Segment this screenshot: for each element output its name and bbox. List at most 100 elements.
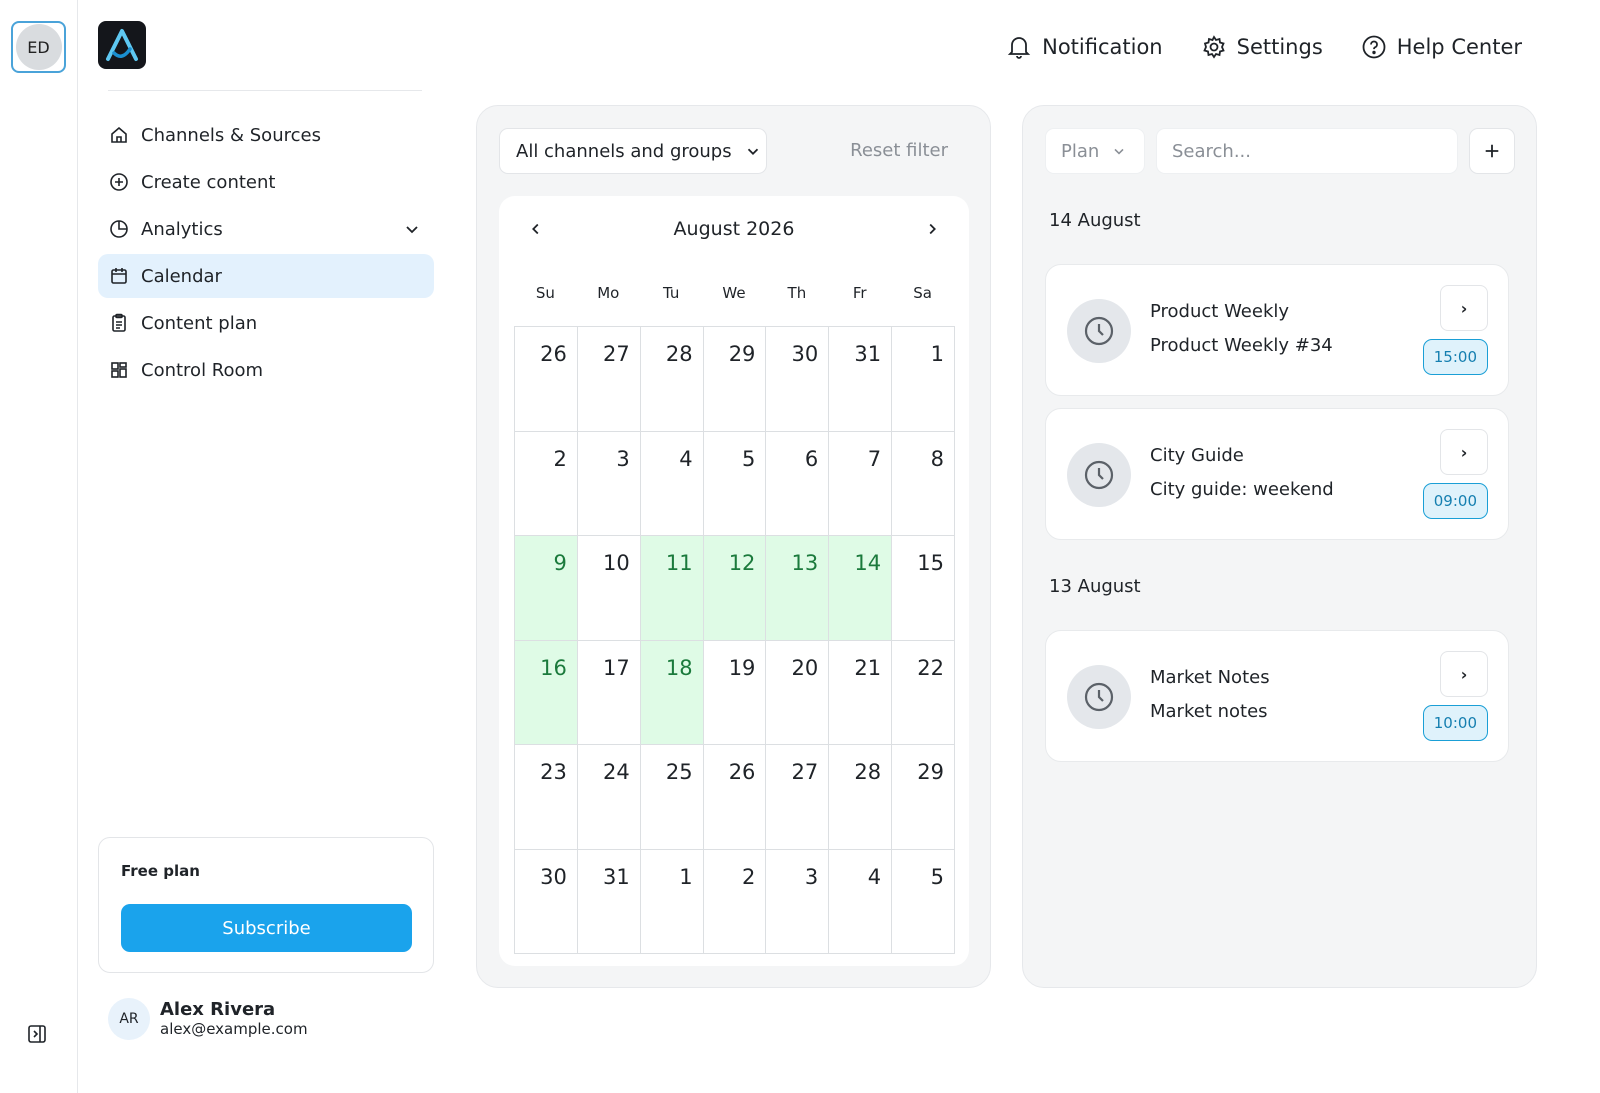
calendar-day[interactable]: 30 xyxy=(515,849,578,954)
sidebar-item-analytics[interactable]: Analytics xyxy=(98,207,434,251)
calendar-day[interactable]: 31 xyxy=(577,849,641,954)
event-subtitle: Market notes xyxy=(1150,701,1268,722)
calendar-day[interactable]: 5 xyxy=(703,431,767,536)
channel-filter-label: All channels and groups xyxy=(516,140,732,162)
calendar-panel: All channels and groups Reset filter Aug… xyxy=(476,105,991,988)
event-card[interactable]: Market Notes Market notes › 10:00 xyxy=(1045,630,1509,762)
chevron-down-icon xyxy=(744,142,762,160)
notification-link[interactable]: Notification xyxy=(1006,34,1163,60)
open-event-button[interactable]: › xyxy=(1440,429,1488,475)
sidebar-item-calendar[interactable]: Calendar xyxy=(98,254,434,298)
chevron-down-icon[interactable] xyxy=(402,219,422,239)
calendar-day[interactable]: 20 xyxy=(766,640,830,745)
calendar-day[interactable]: 14 xyxy=(829,536,893,641)
help-center-label: Help Center xyxy=(1396,35,1522,59)
calendar-day[interactable]: 25 xyxy=(640,745,704,850)
home-icon xyxy=(108,124,130,146)
sidebar-item-label: Control Room xyxy=(141,359,264,381)
calendar-day[interactable]: 4 xyxy=(829,849,893,954)
sidebar-toggle-icon[interactable] xyxy=(27,1024,47,1044)
weekday-label: Sa xyxy=(913,284,932,302)
workspace-avatar[interactable]: ED xyxy=(11,21,66,73)
weekday-label: Mo xyxy=(597,284,620,302)
weekday-label: Th xyxy=(787,284,807,302)
sidebar-item-content-plan[interactable]: Content plan xyxy=(98,301,434,345)
settings-link[interactable]: Settings xyxy=(1201,34,1323,60)
calendar-day[interactable]: 10 xyxy=(577,536,641,641)
calendar-day[interactable]: 2 xyxy=(703,849,767,954)
calendar-day[interactable]: 28 xyxy=(829,745,893,850)
channel-filter-dropdown[interactable]: All channels and groups xyxy=(499,128,767,174)
bell-icon xyxy=(1006,34,1032,60)
sidebar-item-label: Calendar xyxy=(141,265,222,287)
app-logo[interactable] xyxy=(98,21,146,69)
calendar-day[interactable]: 27 xyxy=(766,745,830,850)
plan-select[interactable]: Plan xyxy=(1045,128,1145,174)
topbar: Notification Settings Help Center xyxy=(1006,34,1522,60)
weekday-label: Tu xyxy=(662,284,680,302)
user-name: Alex Rivera xyxy=(160,999,276,1020)
help-center-link[interactable]: Help Center xyxy=(1361,34,1522,60)
calendar-day[interactable]: 30 xyxy=(766,327,830,432)
calendar-day[interactable]: 2 xyxy=(515,431,578,536)
event-card[interactable]: Product Weekly Product Weekly #34 › 15:0… xyxy=(1045,264,1509,396)
sidebar-item-label: Analytics xyxy=(141,218,223,240)
subscribe-button[interactable]: Subscribe xyxy=(121,904,412,952)
calendar-day[interactable]: 29 xyxy=(703,327,767,432)
calendar-day[interactable]: 1 xyxy=(892,327,955,432)
sidebar-item-control-room[interactable]: Control Room xyxy=(98,348,434,392)
calendar-day[interactable]: 21 xyxy=(829,640,893,745)
calendar-day[interactable]: 8 xyxy=(892,431,955,536)
calendar-day[interactable]: 22 xyxy=(892,640,955,745)
open-event-button[interactable]: › xyxy=(1440,651,1488,697)
calendar-day[interactable]: 26 xyxy=(515,327,578,432)
calendar-day[interactable]: 26 xyxy=(703,745,767,850)
user-profile[interactable]: AR Alex Rivera alex@example.com xyxy=(108,998,308,1040)
calendar-day[interactable]: 17 xyxy=(577,640,641,745)
calendar-day[interactable]: 5 xyxy=(892,849,955,954)
calendar-day[interactable]: 3 xyxy=(577,431,641,536)
next-month-button[interactable] xyxy=(919,216,945,242)
calendar-day[interactable]: 9 xyxy=(515,536,578,641)
calendar-day[interactable]: 28 xyxy=(640,327,704,432)
calendar-day[interactable]: 4 xyxy=(640,431,704,536)
calendar-day[interactable]: 7 xyxy=(829,431,893,536)
chevron-down-icon xyxy=(1111,143,1127,159)
schedule-panel: Plan 14 August Product Weekly Product We… xyxy=(1022,105,1537,988)
weekday-header: Su Mo Tu We Th Fr Sa xyxy=(514,284,954,302)
calendar-day[interactable]: 27 xyxy=(577,327,641,432)
weekday-label: Fr xyxy=(852,284,867,302)
sidebar-item-channels-sources[interactable]: Channels & Sources xyxy=(98,113,434,157)
calendar-day[interactable]: 18 xyxy=(640,640,704,745)
add-button[interactable] xyxy=(1469,128,1515,174)
open-event-button[interactable]: › xyxy=(1440,285,1488,331)
time-badge: 15:00 xyxy=(1422,339,1488,375)
calendar-day[interactable]: 1 xyxy=(640,849,704,954)
event-card[interactable]: City Guide City guide: weekend › 09:00 xyxy=(1045,408,1509,540)
calendar-day[interactable]: 15 xyxy=(892,536,955,641)
calendar-day[interactable]: 13 xyxy=(766,536,830,641)
reset-filter-button[interactable]: Reset filter xyxy=(850,140,948,161)
calendar-day[interactable]: 29 xyxy=(892,745,955,850)
calendar-day[interactable]: 3 xyxy=(766,849,830,954)
user-email: alex@example.com xyxy=(160,1020,308,1038)
gear-icon xyxy=(1201,34,1227,60)
sidebar-nav: Channels & Sources Create content Analyt… xyxy=(98,113,434,395)
sidebar-item-label: Content plan xyxy=(141,312,258,334)
sidebar-item-create-content[interactable]: Create content xyxy=(98,160,434,204)
calendar-day[interactable]: 23 xyxy=(515,745,578,850)
calendar-day[interactable]: 12 xyxy=(703,536,767,641)
help-icon xyxy=(1361,34,1387,60)
calendar-day[interactable]: 6 xyxy=(766,431,830,536)
calendar-day[interactable]: 16 xyxy=(515,640,578,745)
calendar-day[interactable]: 11 xyxy=(640,536,704,641)
calendar-card: August 2026 Su Mo Tu We Th Fr Sa 26 27 28 29 30 31 1… xyxy=(499,196,969,966)
search-input[interactable] xyxy=(1156,128,1458,174)
plan-card: Free plan Subscribe xyxy=(98,837,434,973)
plan-label: Free plan xyxy=(121,862,200,880)
calendar-day[interactable]: 24 xyxy=(577,745,641,850)
sidebar: Channels & Sources Create content Analyt… xyxy=(98,0,434,1093)
settings-label: Settings xyxy=(1236,35,1323,59)
calendar-day[interactable]: 19 xyxy=(703,640,767,745)
calendar-day[interactable]: 31 xyxy=(829,327,893,432)
